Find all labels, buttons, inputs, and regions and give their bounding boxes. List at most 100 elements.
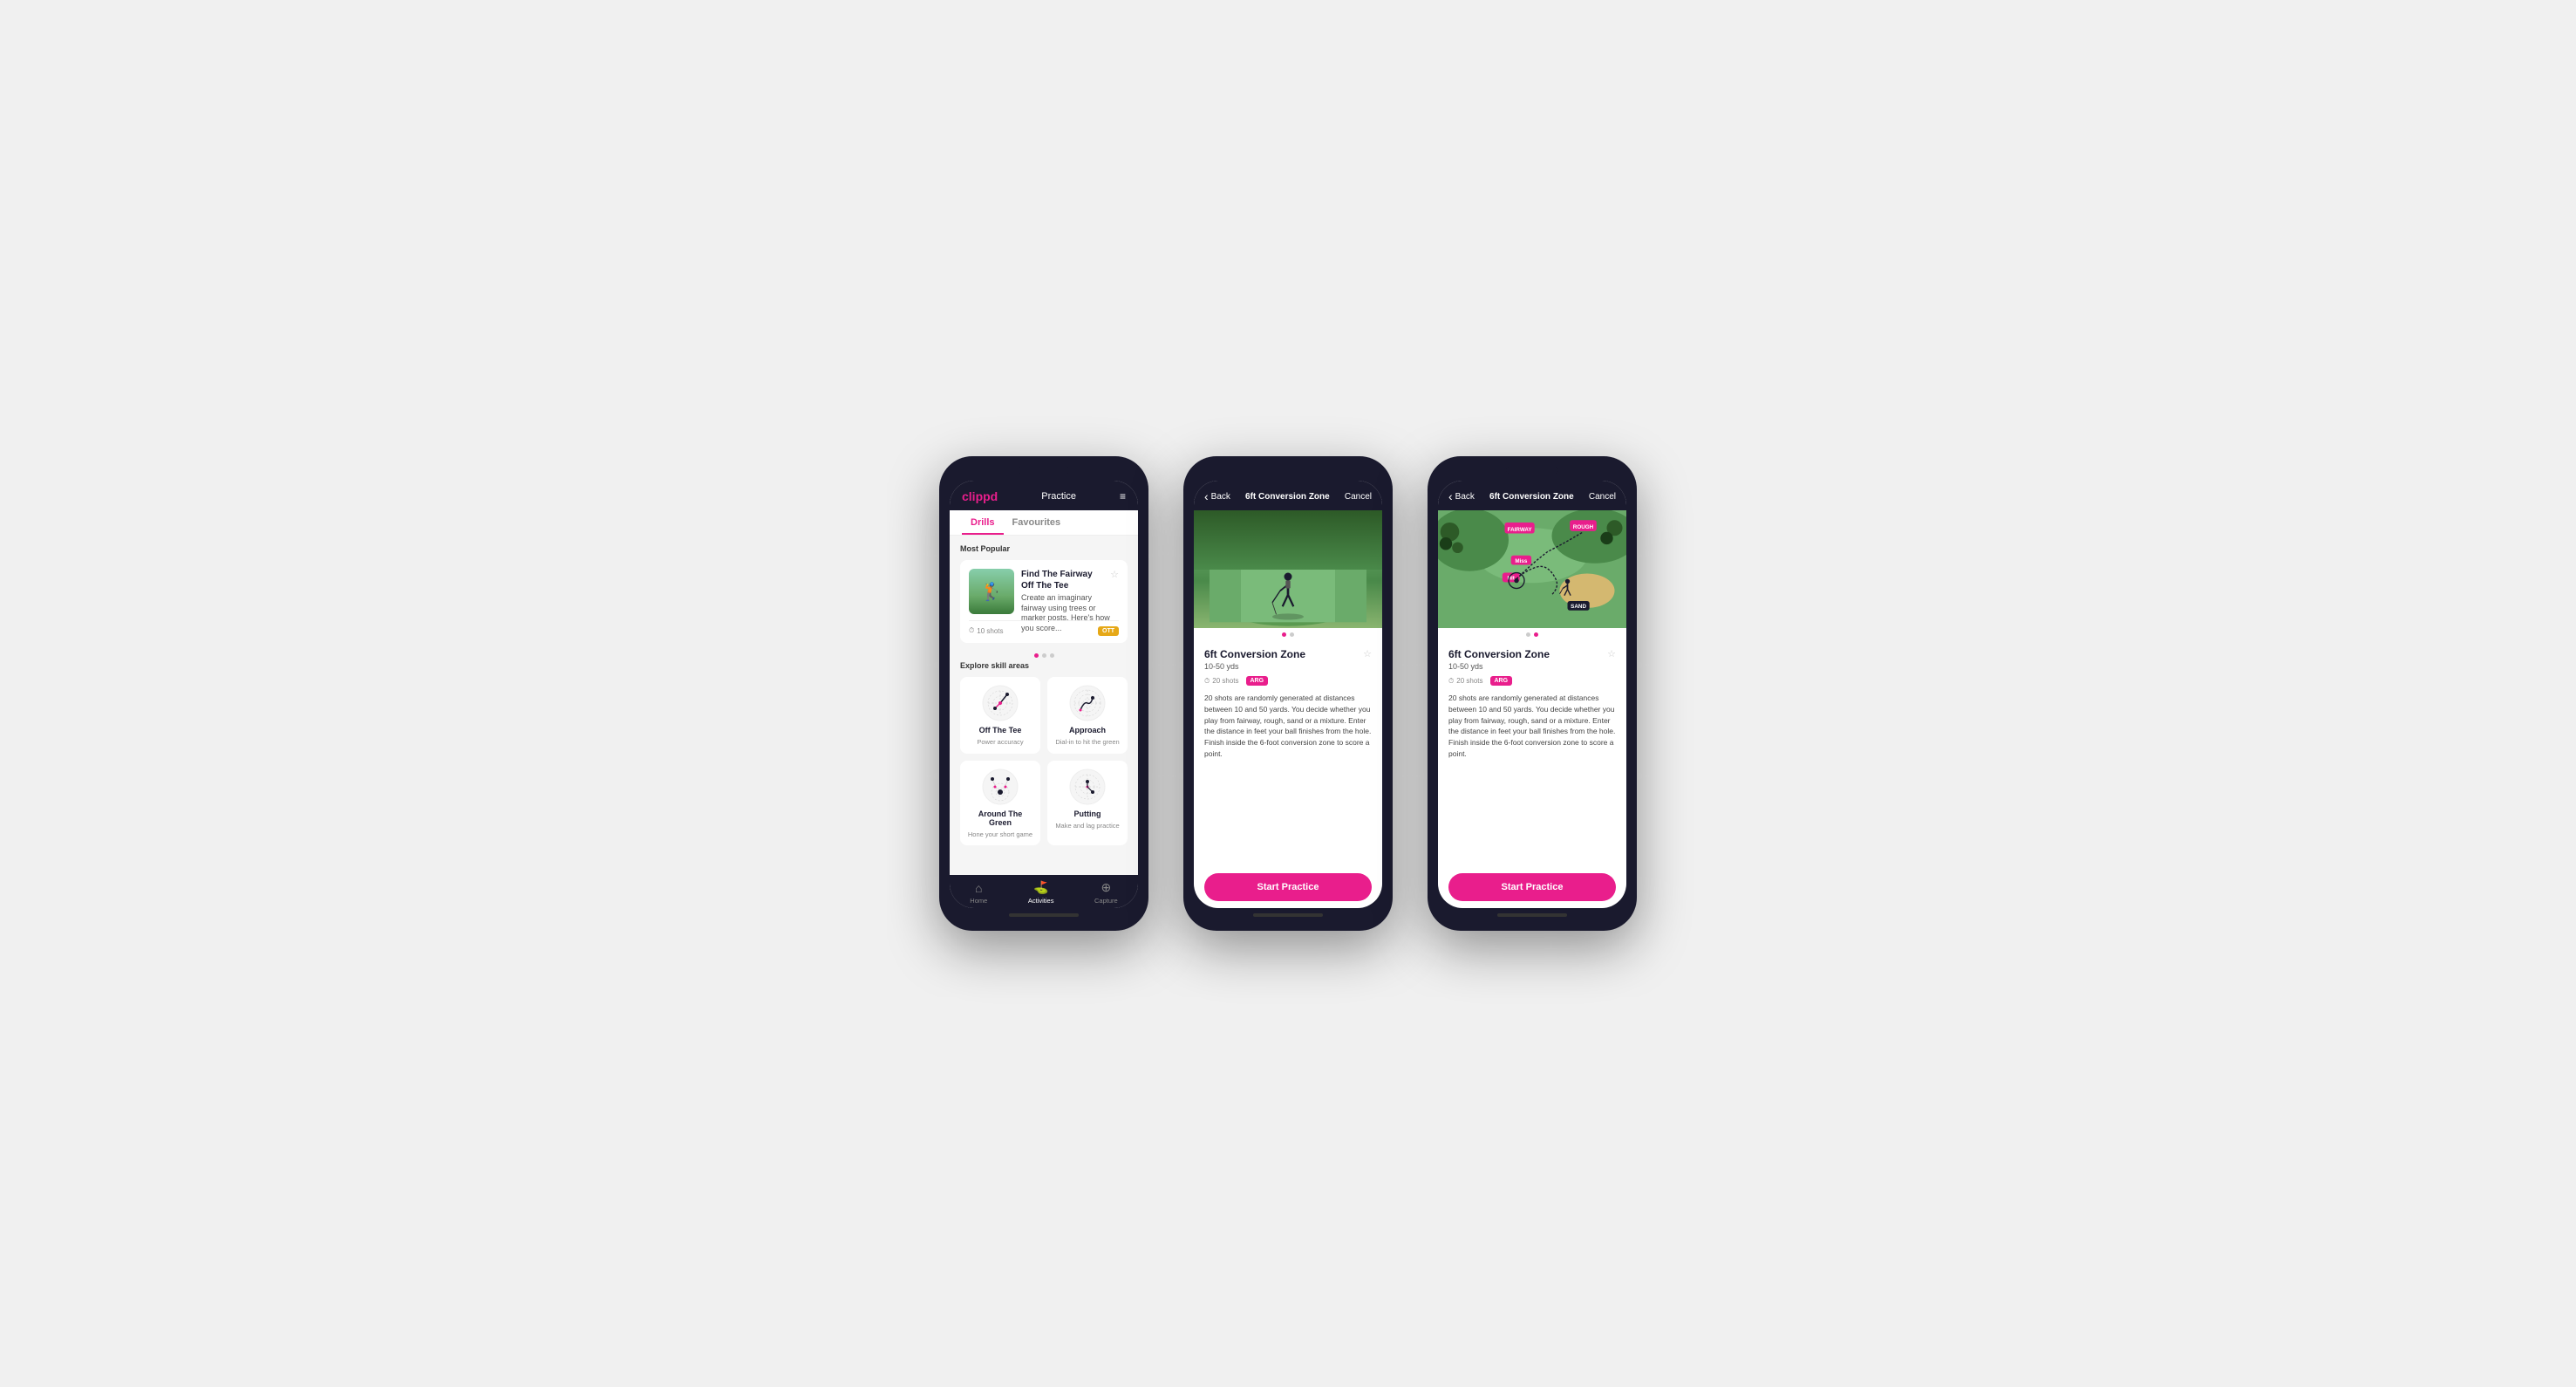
detail-shots: 20 shots <box>1204 677 1239 686</box>
detail-drill-title: 6ft Conversion Zone <box>1204 648 1305 660</box>
skill-putting-name: Putting <box>1074 810 1101 818</box>
detail-dots-2 <box>1194 628 1382 639</box>
drill-tag: OTT <box>1098 626 1119 636</box>
off-the-tee-icon <box>981 684 1019 722</box>
detail-title-row-3: 6ft Conversion Zone 10-50 yds ☆ <box>1448 648 1616 671</box>
drill-card-footer: 10 shots OTT <box>969 615 1119 636</box>
svg-text:ROUGH: ROUGH <box>1573 524 1594 530</box>
capture-icon: ⊕ <box>1101 880 1111 895</box>
screen1-title: Practice <box>1041 491 1076 502</box>
phone-screen-2: Back 6ft Conversion Zone Cancel <box>1194 481 1382 908</box>
detail-drill-range-3: 10-50 yds <box>1448 662 1550 671</box>
detail-dot-3-1[interactable] <box>1526 632 1530 637</box>
dot-1[interactable] <box>1034 653 1039 658</box>
nav-activities[interactable]: ⛳ Activities <box>1028 880 1054 905</box>
detail-header-2: Back 6ft Conversion Zone Cancel <box>1194 481 1382 510</box>
nav-capture-label: Capture <box>1094 897 1118 905</box>
detail-dots-3 <box>1438 628 1626 639</box>
most-popular-label: Most Popular <box>960 544 1128 553</box>
nav-home[interactable]: ⌂ Home <box>970 881 987 905</box>
skill-card-putting[interactable]: Putting Make and lag practice <box>1047 761 1128 846</box>
dot-3[interactable] <box>1050 653 1054 658</box>
detail-drill-range: 10-50 yds <box>1204 662 1305 671</box>
back-button-2[interactable]: Back <box>1204 489 1230 503</box>
detail-tag-3: ARG <box>1490 676 1513 686</box>
start-practice-button-3[interactable]: Start Practice <box>1448 873 1616 901</box>
screen1-header: clippd Practice ≡ <box>950 481 1138 510</box>
skill-approach-desc: Dial-in to hit the green <box>1055 738 1119 747</box>
detail-title-row: 6ft Conversion Zone 10-50 yds ☆ <box>1204 648 1372 671</box>
detail-content-2: 6ft Conversion Zone 10-50 yds ☆ 20 shots… <box>1194 639 1382 866</box>
golf-photo <box>1194 510 1382 628</box>
skill-card-ott[interactable]: Off The Tee Power accuracy <box>960 677 1040 754</box>
nav-capture[interactable]: ⊕ Capture <box>1094 880 1118 905</box>
detail-dot-1[interactable] <box>1282 632 1286 637</box>
phone-screen-3: Back 6ft Conversion Zone Cancel <box>1438 481 1626 908</box>
home-bar <box>1009 913 1079 917</box>
bottom-navbar: ⌂ Home ⛳ Activities ⊕ Capture <box>950 875 1138 908</box>
tab-favourites[interactable]: Favourites <box>1004 510 1070 535</box>
screen1-content: Most Popular Find The Fairway Off The Te… <box>950 536 1138 875</box>
golf-map-svg: FAIRWAY ROUGH Miss Hit SAND <box>1438 510 1626 628</box>
favorite-star[interactable]: ☆ <box>1110 569 1119 580</box>
detail-info-3: 6ft Conversion Zone 10-50 yds <box>1448 648 1550 671</box>
app-logo: clippd <box>962 489 998 503</box>
detail-dot-3-2[interactable] <box>1534 632 1538 637</box>
home-icon: ⌂ <box>975 881 982 895</box>
detail-meta: 20 shots ARG <box>1204 676 1372 686</box>
skills-grid: Off The Tee Power accuracy <box>960 677 1128 846</box>
skill-card-atg[interactable]: Around The Green Hone your short game <box>960 761 1040 846</box>
phone-1: clippd Practice ≡ Drills Favourites Most… <box>939 456 1148 931</box>
detail-content-3: 6ft Conversion Zone 10-50 yds ☆ 20 shots… <box>1438 639 1626 866</box>
svg-text:Miss: Miss <box>1515 558 1527 564</box>
drill-thumbnail <box>969 569 1014 614</box>
skill-card-approach[interactable]: Approach Dial-in to hit the green <box>1047 677 1128 754</box>
dot-2[interactable] <box>1042 653 1046 658</box>
nav-home-label: Home <box>970 897 987 905</box>
start-practice-button-2[interactable]: Start Practice <box>1204 873 1372 901</box>
activities-icon: ⛳ <box>1033 880 1048 895</box>
drill-image-photo <box>1194 510 1382 628</box>
skill-atg-name: Around The Green <box>967 810 1033 827</box>
skill-putting-desc: Make and lag practice <box>1055 822 1119 830</box>
phone-notch-2 <box>1262 467 1314 474</box>
back-button-3[interactable]: Back <box>1448 489 1475 503</box>
phone-screen-1: clippd Practice ≡ Drills Favourites Most… <box>950 481 1138 908</box>
detail-star[interactable]: ☆ <box>1363 648 1372 659</box>
cancel-button-3[interactable]: Cancel <box>1589 492 1616 502</box>
detail-star-3[interactable]: ☆ <box>1607 648 1616 659</box>
nav-activities-label: Activities <box>1028 897 1054 905</box>
skill-ott-name: Off The Tee <box>979 726 1022 734</box>
detail-info: 6ft Conversion Zone 10-50 yds <box>1204 648 1305 671</box>
phone-3: Back 6ft Conversion Zone Cancel <box>1428 456 1637 931</box>
detail-description-3: 20 shots are randomly generated at dista… <box>1448 693 1616 760</box>
phone-notch-3 <box>1506 467 1558 474</box>
detail-tag: ARG <box>1246 676 1269 686</box>
home-bar-2 <box>1253 913 1323 917</box>
skill-atg-desc: Hone your short game <box>968 830 1032 839</box>
shots-count: 10 shots <box>969 626 1004 635</box>
detail-shots-3: 20 shots <box>1448 677 1483 686</box>
detail-drill-title-3: 6ft Conversion Zone <box>1448 648 1550 660</box>
putting-icon <box>1068 768 1107 806</box>
golf-course-svg <box>1194 510 1382 628</box>
detail-description: 20 shots are randomly generated at dista… <box>1204 693 1372 760</box>
tab-drills[interactable]: Drills <box>962 510 1004 535</box>
home-bar-3 <box>1497 913 1567 917</box>
drill-image-map: FAIRWAY ROUGH Miss Hit SAND <box>1438 510 1626 628</box>
detail-header-3: Back 6ft Conversion Zone Cancel <box>1438 481 1626 510</box>
detail-meta-3: 20 shots ARG <box>1448 676 1616 686</box>
phone-2: Back 6ft Conversion Zone Cancel <box>1183 456 1393 931</box>
skill-approach-name: Approach <box>1069 726 1106 734</box>
drill-title: Find The Fairway <box>1021 569 1093 580</box>
svg-text:SAND: SAND <box>1571 604 1586 610</box>
carousel-dots <box>960 650 1128 661</box>
detail-dot-2[interactable] <box>1290 632 1294 637</box>
featured-drill-card[interactable]: Find The Fairway Off The Tee ☆ Create an… <box>960 560 1128 643</box>
phone-notch <box>1018 467 1070 474</box>
cancel-button-2[interactable]: Cancel <box>1345 492 1372 502</box>
around-green-icon <box>981 768 1019 806</box>
menu-icon[interactable]: ≡ <box>1120 490 1126 502</box>
svg-text:FAIRWAY: FAIRWAY <box>1508 527 1533 533</box>
detail-title-2: 6ft Conversion Zone <box>1245 492 1330 502</box>
